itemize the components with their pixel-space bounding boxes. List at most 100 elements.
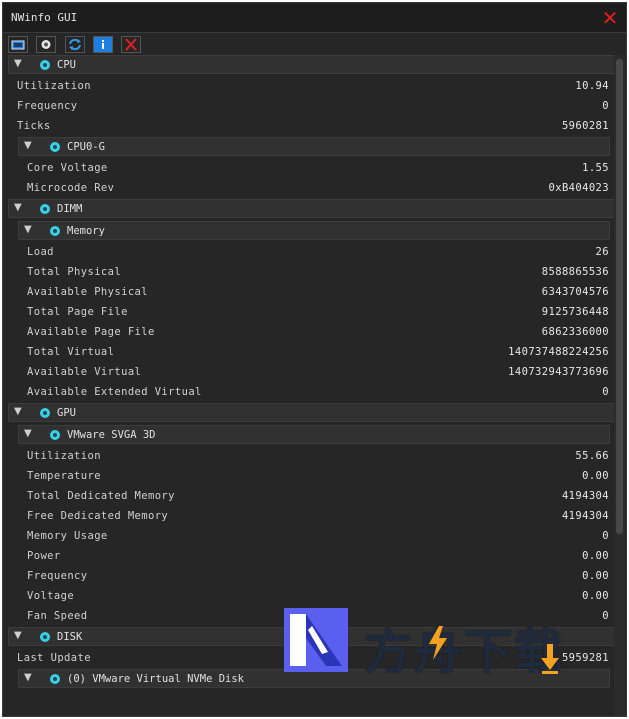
- property-value: 0.00: [582, 590, 609, 602]
- property-row: Available Page File 6862336000: [3, 323, 615, 343]
- property-row: Memory Usage 0: [3, 527, 615, 547]
- gear-icon: [50, 674, 60, 684]
- section-label: GPU: [57, 407, 76, 419]
- collapse-arrow-icon[interactable]: ▼: [14, 202, 22, 213]
- info-icon[interactable]: [92, 36, 113, 53]
- property-name: Microcode Rev: [27, 182, 115, 194]
- property-name: Total Dedicated Memory: [27, 490, 175, 502]
- gear-icon: [50, 430, 60, 440]
- cpu-section-header[interactable]: ▼ CPU: [8, 55, 615, 74]
- collapse-arrow-icon[interactable]: ▼: [14, 630, 22, 641]
- property-row: Total Virtual 140737488224256: [3, 343, 615, 363]
- gear-icon: [40, 408, 50, 418]
- close-icon[interactable]: ✕: [600, 8, 620, 28]
- property-value: 9125736448: [541, 306, 609, 318]
- scrollbar-thumb[interactable]: [616, 59, 623, 534]
- property-value: 140732943773696: [508, 366, 609, 378]
- property-row: Total Dedicated Memory 4194304: [3, 487, 615, 507]
- watermark-logo-icon: [284, 608, 348, 672]
- section-label: DIMM: [57, 203, 83, 215]
- lightning-bolt-icon: [429, 626, 447, 660]
- gear-icon: [50, 142, 60, 152]
- property-value: 0: [602, 386, 609, 398]
- property-row: Frequency 0: [3, 97, 615, 117]
- property-name: Total Physical: [27, 266, 122, 278]
- vmware-svga-subsection-header[interactable]: ▼ VMware SVGA 3D: [18, 425, 610, 444]
- toolbar: [3, 33, 626, 54]
- refresh-icon[interactable]: [64, 36, 85, 53]
- window-title: NWinfo GUI: [11, 11, 78, 24]
- property-name: Available Page File: [27, 326, 155, 338]
- property-name: Last Update: [17, 652, 91, 664]
- collapse-arrow-icon[interactable]: ▼: [24, 672, 32, 683]
- section-label: Memory: [67, 225, 105, 237]
- property-row: Free Dedicated Memory 4194304: [3, 507, 615, 527]
- memory-subsection-header[interactable]: ▼ Memory: [18, 221, 610, 240]
- dimm-section-header[interactable]: ▼ DIMM: [8, 199, 615, 218]
- section-label: CPU: [57, 59, 76, 71]
- collapse-arrow-icon[interactable]: ▼: [14, 58, 22, 69]
- collapse-arrow-icon[interactable]: ▼: [24, 428, 32, 439]
- screenshot-icon[interactable]: [8, 36, 28, 53]
- property-row: Available Virtual 140732943773696: [3, 363, 615, 383]
- cpu0-subsection-header[interactable]: ▼ CPU0-G: [18, 137, 610, 156]
- property-row: Voltage 0.00: [3, 587, 615, 607]
- property-name: Total Page File: [27, 306, 128, 318]
- watermark: 方舟下载: [284, 608, 584, 680]
- property-row: Power 0.00: [3, 547, 615, 567]
- property-name: Available Physical: [27, 286, 148, 298]
- property-value: 0: [602, 100, 609, 112]
- property-value: 0: [602, 610, 609, 622]
- collapse-arrow-icon[interactable]: ▼: [24, 224, 32, 235]
- property-name: Ticks: [17, 120, 51, 132]
- property-row: Total Page File 9125736448: [3, 303, 615, 323]
- property-value: 0.00: [582, 550, 609, 562]
- property-value: 140737488224256: [508, 346, 609, 358]
- property-value: 8588865536: [541, 266, 609, 278]
- property-value: 5960281: [561, 120, 609, 132]
- property-name: Frequency: [17, 100, 78, 112]
- exit-icon[interactable]: [121, 36, 142, 53]
- property-value: 0.00: [582, 470, 609, 482]
- property-row: Temperature 0.00: [3, 467, 615, 487]
- gear-icon: [50, 226, 60, 236]
- property-name: Voltage: [27, 590, 75, 602]
- property-row: Utilization 55.66: [3, 447, 615, 467]
- property-name: Total Virtual: [27, 346, 115, 358]
- property-name: Temperature: [27, 470, 101, 482]
- property-row: Total Physical 8588865536: [3, 263, 615, 283]
- section-label: VMware SVGA 3D: [67, 429, 156, 441]
- property-value: 4194304: [561, 510, 609, 522]
- title-bar: NWinfo GUI ✕: [3, 3, 626, 33]
- property-row: Core Voltage 1.55: [3, 159, 615, 179]
- property-name: Frequency: [27, 570, 88, 582]
- property-value: 26: [595, 246, 609, 258]
- watermark-text: 方舟下载: [364, 624, 565, 680]
- property-value: 0.00: [582, 570, 609, 582]
- property-name: Core Voltage: [27, 162, 108, 174]
- property-row: Ticks 5960281: [3, 117, 615, 137]
- property-value: 55.66: [575, 450, 609, 462]
- property-value: 0: [602, 530, 609, 542]
- property-row: Frequency 0.00: [3, 567, 615, 587]
- vertical-scrollbar[interactable]: [614, 55, 625, 716]
- collapse-arrow-icon[interactable]: ▼: [24, 140, 32, 151]
- property-value: 6862336000: [541, 326, 609, 338]
- property-row: Utilization 10.94: [3, 77, 615, 97]
- property-name: Free Dedicated Memory: [27, 510, 169, 522]
- property-name: Fan Speed: [27, 610, 88, 622]
- property-name: Load: [27, 246, 54, 258]
- property-name: Utilization: [17, 80, 91, 92]
- gpu-section-header[interactable]: ▼ GPU: [8, 403, 615, 422]
- gear-icon: [40, 204, 50, 214]
- gear-icon: [40, 632, 50, 642]
- property-row: Available Extended Virtual 0: [3, 383, 615, 403]
- property-value: 0xB404023: [548, 182, 609, 194]
- settings-icon[interactable]: [36, 36, 57, 53]
- property-row: Microcode Rev 0xB404023: [3, 179, 615, 199]
- gear-icon: [40, 60, 50, 70]
- section-label: CPU0-G: [67, 141, 105, 153]
- collapse-arrow-icon[interactable]: ▼: [14, 406, 22, 417]
- property-name: Memory Usage: [27, 530, 108, 542]
- property-value: 4194304: [561, 490, 609, 502]
